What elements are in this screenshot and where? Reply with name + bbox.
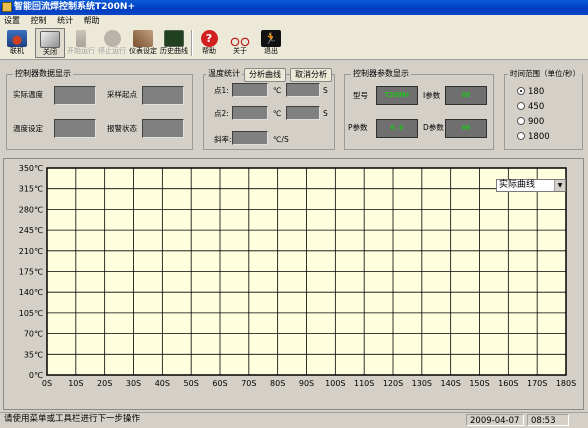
menu-bar: 设置 控制 统计 帮助 <box>0 15 588 27</box>
chart-panel <box>3 158 584 410</box>
history-curve-button[interactable]: 历史曲线 <box>159 28 189 58</box>
i-param-display: 00 <box>445 86 487 105</box>
alarm-status-display <box>142 119 184 138</box>
chevron-down-icon: ▼ <box>554 180 565 191</box>
point1-temp-display <box>232 83 268 97</box>
actual-temp-label: 实际温度 <box>13 90 43 99</box>
controller-data-title: 控制器数据显示 <box>13 69 73 79</box>
slope-display <box>232 131 268 145</box>
controller-data-group: 控制器数据显示 实际温度 采样起点 温度设定 报警状态 <box>6 69 193 150</box>
close-connection-icon <box>40 31 60 48</box>
window-title: 智能回流焊控制系统T200N+ <box>14 2 135 12</box>
meter-settings-icon <box>133 30 153 47</box>
point2-temp-display <box>232 106 268 120</box>
time-range-group: 时间范围（单位/秒） 180 450 900 1800 <box>504 69 583 150</box>
temp-stats-title: 温度统计 <box>206 69 242 79</box>
point2-time-display <box>286 106 320 120</box>
model-label: 型号 <box>353 91 368 100</box>
meter-settings-button[interactable]: 仪表设定 <box>128 28 158 58</box>
stop-run-button[interactable]: 停止运行 <box>97 28 127 58</box>
time-range-option-450[interactable]: 450 <box>517 102 544 112</box>
connect-button[interactable]: 联机 <box>2 28 32 58</box>
curve-select-value: 实际曲线 <box>499 180 536 190</box>
slope-label: 斜率: <box>214 135 232 144</box>
curve-select-dropdown[interactable]: 实际曲线 ▼ <box>496 179 566 192</box>
analyze-curve-button[interactable]: 分析曲线 <box>244 68 286 82</box>
status-message: 请使用菜单或工具栏进行下一步操作 <box>4 414 141 424</box>
exit-button[interactable]: 🏃 退出 <box>256 28 286 58</box>
menu-settings[interactable]: 设置 <box>0 15 24 27</box>
menu-help[interactable]: 帮助 <box>80 15 104 27</box>
controller-params-group: 控制器参数显示 型号 T200N+ I参数 00 P参数 0.0 D参数 00 <box>344 69 494 150</box>
temp-stats-group: 温度统计 分析曲线 取消分析 点1: ℃ S 点2: ℃ S 斜率: ℃/S <box>203 68 335 150</box>
point1-label: 点1: <box>214 86 229 95</box>
d-param-display: 00 <box>445 119 487 138</box>
time-range-option-1800[interactable]: 1800 <box>517 132 550 142</box>
menu-statistics[interactable]: 统计 <box>53 15 77 27</box>
point2-label: 点2: <box>214 109 229 118</box>
d-param-label: D参数 <box>423 123 444 132</box>
help-button[interactable]: ? 帮助 <box>194 28 224 58</box>
time-range-title: 时间范围（单位/秒） <box>508 69 582 79</box>
start-run-icon <box>76 30 86 47</box>
about-button[interactable]: 关于 <box>225 28 255 58</box>
set-temp-display <box>54 119 96 138</box>
about-bike-icon <box>230 30 250 47</box>
actual-temp-display <box>54 86 96 105</box>
history-curve-icon <box>164 30 184 47</box>
connect-icon <box>7 30 27 47</box>
point2-unit-s: S <box>323 109 328 118</box>
controller-params-title: 控制器参数显示 <box>351 69 411 79</box>
point1-unit-c: ℃ <box>273 86 282 95</box>
point1-unit-s: S <box>323 86 328 95</box>
close-connection-button[interactable]: 关闭 <box>35 28 65 58</box>
status-time: 08:53 <box>527 414 569 426</box>
menu-control[interactable]: 控制 <box>27 15 51 27</box>
p-param-display: 0.0 <box>376 119 418 138</box>
help-icon: ? <box>200 30 218 47</box>
time-range-option-900[interactable]: 900 <box>517 117 544 127</box>
start-run-button[interactable]: 开始运行 <box>66 28 96 58</box>
app-icon <box>2 2 12 12</box>
stop-icon <box>103 30 121 47</box>
sampling-start-label: 采样起点 <box>107 90 137 99</box>
point1-time-display <box>286 83 320 97</box>
toolbar: 联机 关闭 开始运行 停止运行 仪表设定 历史曲线 ? 帮助 关于 🏃 退出 <box>0 27 588 60</box>
status-date: 2009-04-07 <box>466 414 524 426</box>
set-temp-label: 温度设定 <box>13 124 43 133</box>
sampling-start-display <box>142 86 184 105</box>
i-param-label: I参数 <box>423 91 441 100</box>
model-display: T200N+ <box>376 86 418 105</box>
title-bar: 智能回流焊控制系统T200N+ <box>0 0 588 15</box>
time-range-option-180[interactable]: 180 <box>517 87 544 97</box>
status-bar: 请使用菜单或工具栏进行下一步操作 2009-04-07 08:53 <box>0 412 588 426</box>
slope-unit: ℃/S <box>273 135 289 144</box>
alarm-status-label: 报警状态 <box>107 124 137 133</box>
cancel-analysis-button[interactable]: 取消分析 <box>290 68 332 82</box>
point2-unit-c: ℃ <box>273 109 282 118</box>
exit-icon: 🏃 <box>261 30 281 47</box>
p-param-label: P参数 <box>348 123 368 132</box>
toolbar-separator <box>191 30 193 56</box>
